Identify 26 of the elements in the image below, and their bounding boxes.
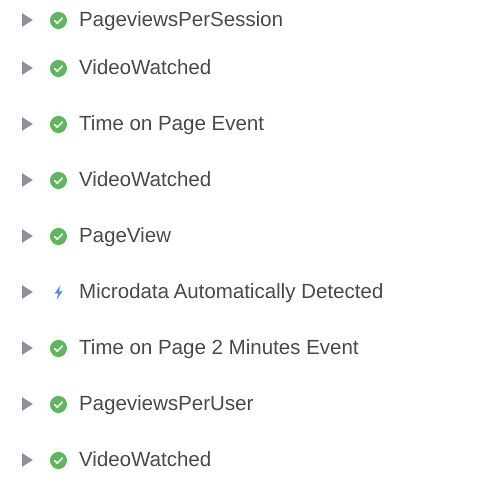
check-circle-icon [50,60,67,76]
event-name: PageviewsPerSession [79,8,283,32]
event-name: PageviewsPerUser [79,392,254,416]
expand-toggle-icon[interactable] [22,117,33,131]
check-circle-icon [50,116,67,132]
expand-toggle-icon[interactable] [22,13,33,27]
event-name: Time on Page 2 Minutes Event [79,336,359,360]
expand-toggle-icon[interactable] [22,61,33,75]
expand-toggle-icon[interactable] [22,341,33,355]
check-circle-icon [50,172,67,188]
expand-toggle-icon[interactable] [22,229,33,243]
event-name: VideoWatched [79,168,212,192]
check-circle-icon [50,452,67,468]
event-name: VideoWatched [79,448,212,472]
check-circle-icon [50,12,67,28]
check-circle-icon [50,340,67,356]
event-name: PageView [79,224,171,248]
event-name: Microdata Automatically Detected [79,280,384,304]
expand-toggle-icon[interactable] [22,173,33,187]
expand-toggle-icon[interactable] [22,285,33,299]
event-name: VideoWatched [79,56,212,80]
check-circle-icon [50,228,67,244]
expand-toggle-icon[interactable] [22,453,33,467]
event-name: Time on Page Event [79,112,264,136]
expand-toggle-icon[interactable] [22,397,33,411]
check-circle-icon [50,396,67,412]
